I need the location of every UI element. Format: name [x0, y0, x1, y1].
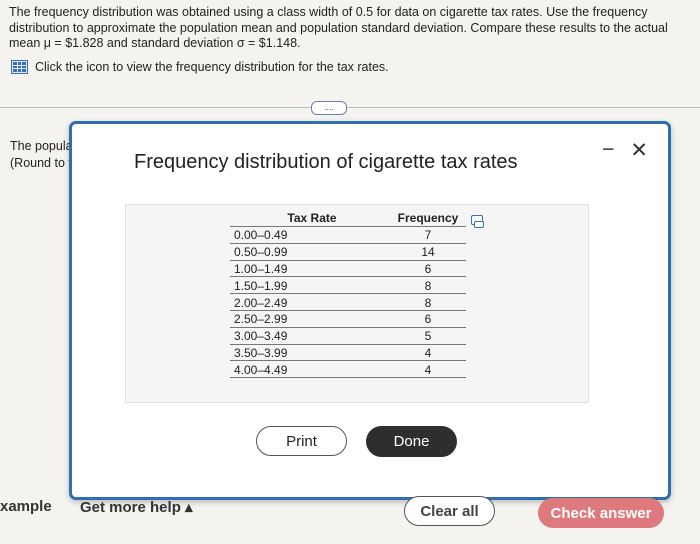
- table-row: 1.50–1.99 8: [230, 276, 466, 295]
- clear-all-button[interactable]: Clear all: [404, 496, 495, 526]
- frequency-cell: 4: [390, 344, 466, 362]
- frequency-cell: 14: [390, 243, 466, 261]
- frequency-cell: 6: [390, 310, 466, 328]
- expand-more-button[interactable]: ....: [311, 101, 347, 115]
- tax-rate-cell: 2.00–2.49: [230, 293, 390, 311]
- frequency-cell: 5: [390, 327, 466, 345]
- background-prompt-line2: (Round to t: [10, 156, 72, 170]
- tax-rate-cell: 1.00–1.49: [230, 260, 390, 278]
- tax-rate-cell: 1.50–1.99: [230, 276, 390, 295]
- frequency-cell: 8: [390, 293, 466, 311]
- table-header-row: Tax Rate Frequency: [230, 209, 466, 227]
- table-row: 0.00–0.49 7: [230, 226, 466, 244]
- table-row: 0.50–0.99 14: [230, 243, 466, 261]
- table-row: 3.50–3.99 4: [230, 344, 466, 362]
- table-row: 1.00–1.49 6: [230, 260, 466, 278]
- frequency-table: Tax Rate Frequency 0.00–0.49 7 0.50–0.99 1…: [230, 209, 466, 379]
- tax-rate-cell: 3.00–3.49: [230, 327, 390, 345]
- frequency-cell: 8: [390, 276, 466, 295]
- tax-rate-cell: 0.50–0.99: [230, 243, 390, 261]
- frequency-cell: 6: [390, 260, 466, 278]
- tax-rate-cell: 4.00–4.49: [230, 360, 390, 379]
- icon-instruction-text: Click the icon to view the frequency dis…: [35, 60, 389, 74]
- column-header-tax-rate: Tax Rate: [230, 209, 390, 227]
- table-row: 3.00–3.49 5: [230, 327, 466, 345]
- question-text: The frequency distribution was obtained …: [9, 5, 668, 50]
- frequency-distribution-dialog: Frequency distribution of cigarette tax …: [69, 121, 671, 500]
- minimize-icon[interactable]: −: [602, 138, 614, 163]
- print-button[interactable]: Print: [256, 426, 347, 456]
- get-more-help-button[interactable]: Get more help ▴: [80, 498, 193, 516]
- table-row: 2.50–2.99 6: [230, 310, 466, 328]
- frequency-cell: 7: [390, 226, 466, 244]
- table-panel: Tax Rate Frequency 0.00–0.49 7 0.50–0.99 1…: [125, 204, 589, 403]
- table-grid-icon[interactable]: [11, 60, 28, 74]
- tax-rate-cell: 0.00–0.49: [230, 226, 390, 244]
- example-link[interactable]: xample: [0, 498, 52, 515]
- column-header-frequency: Frequency: [390, 209, 466, 227]
- check-answer-button[interactable]: Check answer: [538, 498, 664, 528]
- table-row: 4.00–4.49 4: [230, 360, 466, 379]
- close-icon[interactable]: ✕: [630, 138, 648, 163]
- tax-rate-cell: 2.50–2.99: [230, 310, 390, 328]
- done-button[interactable]: Done: [366, 426, 457, 457]
- icon-instruction-row: Click the icon to view the frequency dis…: [11, 60, 389, 74]
- background-prompt-line1: The popula: [10, 139, 72, 153]
- dialog-controls: − ✕: [602, 138, 648, 163]
- frequency-cell: 4: [390, 360, 466, 379]
- dialog-title: Frequency distribution of cigarette tax …: [134, 151, 518, 173]
- background-answer-prompt: The popula (Round to t: [10, 138, 72, 172]
- section-divider: [0, 107, 700, 108]
- tax-rate-cell: 3.50–3.99: [230, 344, 390, 362]
- table-row: 2.00–2.49 8: [230, 293, 466, 311]
- copy-table-icon[interactable]: [471, 215, 484, 228]
